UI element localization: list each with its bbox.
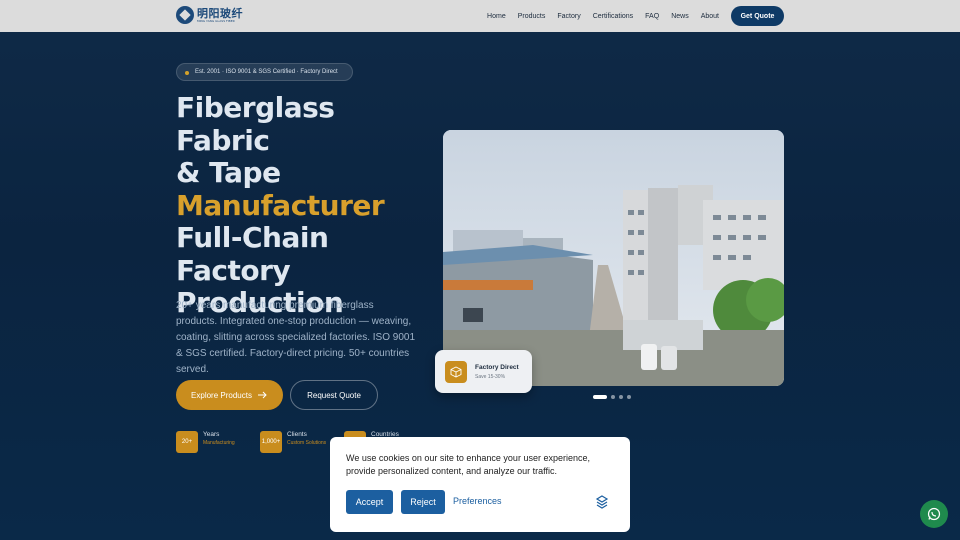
headline-line-5: Factory (176, 253, 291, 287)
nav-faq[interactable]: FAQ (645, 13, 659, 20)
explore-products-button[interactable]: Explore Products (176, 380, 283, 410)
carousel-dot-1[interactable] (593, 395, 607, 399)
nav-about[interactable]: About (701, 13, 719, 20)
box-icon (445, 361, 467, 383)
cookie-banner: We use cookies on our site to enhance yo… (330, 437, 630, 532)
get-quote-button[interactable]: Get Quote (731, 6, 784, 26)
brand-logo[interactable]: 明阳玻纤 MING YANG GLASS FIBER (176, 6, 243, 24)
stat-clients: 1,000+ Clients Custom Solutions (260, 431, 332, 453)
logo-chinese-text: 明阳玻纤 (197, 6, 243, 20)
stat-clients-value: 1,000+ (260, 431, 282, 453)
whatsapp-icon (927, 507, 941, 521)
carousel-dot-2[interactable] (611, 395, 615, 399)
cookie-message: We use cookies on our site to enhance yo… (346, 453, 590, 476)
headline-line-1: Fiberglass Fabric (176, 91, 335, 157)
certification-badge: Est. 2001 · ISO 9001 & SGS Certified · F… (176, 63, 353, 81)
cookie-consent-logo-icon[interactable] (595, 495, 609, 509)
badge-dot-icon (185, 71, 189, 75)
stat-clients-label: Clients (287, 431, 307, 438)
request-quote-button[interactable]: Request Quote (290, 380, 378, 410)
factory-direct-sub: Save 15-30% (475, 374, 506, 380)
headline-line-2: & Tape (176, 156, 281, 189)
nav-products[interactable]: Products (518, 13, 546, 20)
cookie-preferences-link[interactable]: Preferences (453, 496, 502, 506)
explore-products-label: Explore Products (191, 390, 252, 400)
stat-clients-sub: Custom Solutions (287, 440, 327, 446)
arrow-right-icon (257, 391, 267, 399)
nav-certifications[interactable]: Certifications (593, 13, 633, 20)
whatsapp-chat-button[interactable] (920, 500, 948, 528)
carousel-dots (593, 395, 631, 399)
nav-factory[interactable]: Factory (557, 13, 580, 20)
carousel-dot-3[interactable] (619, 395, 623, 399)
carousel-dot-4[interactable] (627, 395, 631, 399)
stat-years-value: 20+ (176, 431, 198, 453)
top-navigation: 明阳玻纤 MING YANG GLASS FIBER Home Products… (0, 0, 960, 32)
logo-english-text: MING YANG GLASS FIBER (197, 18, 235, 23)
headline-line-4: Full-Chain (176, 221, 329, 254)
badge-text: Est. 2001 · ISO 9001 & SGS Certified · F… (195, 69, 338, 75)
nav-news[interactable]: News (671, 13, 689, 20)
stat-years-label: Years (203, 431, 220, 438)
main-menu: Home Products Factory Certifications FAQ… (475, 6, 784, 26)
stat-years: 20+ Years Manufacturing (176, 431, 248, 453)
nav-home[interactable]: Home (487, 13, 506, 20)
cookie-accept-button[interactable]: Accept (346, 490, 393, 514)
factory-photo (443, 130, 784, 386)
stat-years-sub: Manufacturing (203, 440, 235, 446)
hero-headline: Fiberglass Fabric & Tape Manufacturer Fu… (176, 91, 436, 320)
factory-direct-title: Factory Direct (475, 364, 519, 371)
hero-description: 20+ years manufacturing premium fibergla… (176, 300, 416, 375)
factory-direct-card: Factory Direct Save 15-30% (435, 350, 532, 393)
cookie-reject-button[interactable]: Reject (401, 490, 445, 514)
factory-illustration (443, 130, 784, 386)
logo-mark-icon (176, 6, 194, 24)
headline-accent: Manufacturer (176, 188, 385, 222)
